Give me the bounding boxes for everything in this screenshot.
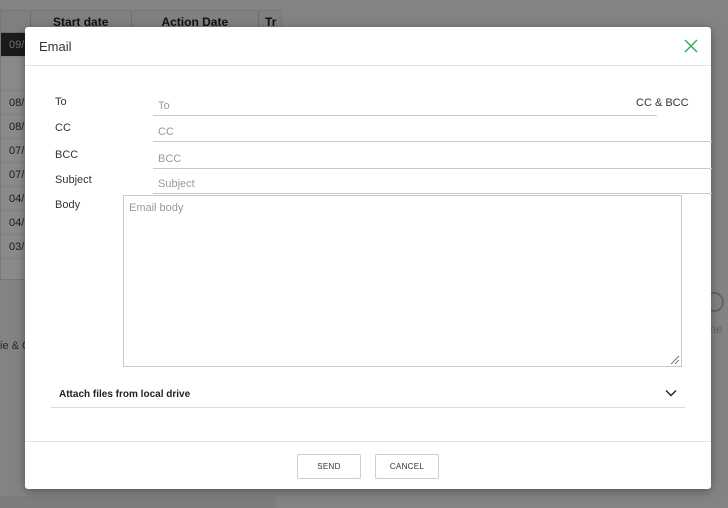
cc-field[interactable] — [153, 122, 712, 142]
subject-field[interactable] — [153, 174, 712, 194]
dialog-footer: SEND CANCEL — [25, 441, 711, 489]
to-label: To — [55, 96, 67, 108]
chevron-down-icon[interactable] — [665, 387, 677, 399]
dialog-header: Email — [25, 27, 711, 66]
cancel-button[interactable]: CANCEL — [375, 454, 439, 479]
bcc-row: BCC — [55, 149, 712, 171]
email-dialog: Email To CC & BCC CC BCC Subject Body At… — [25, 27, 712, 489]
bcc-label: BCC — [55, 149, 79, 161]
body-label: Body — [55, 199, 81, 211]
cc-bcc-toggle[interactable]: CC & BCC — [636, 97, 689, 109]
cc-row: CC — [55, 122, 712, 144]
close-icon[interactable] — [683, 38, 699, 54]
cc-label: CC — [55, 122, 71, 134]
send-button[interactable]: SEND — [297, 454, 361, 479]
bcc-field[interactable] — [153, 149, 712, 169]
attach-files-label: Attach files from local drive — [59, 389, 191, 400]
subject-row: Subject — [55, 174, 712, 196]
to-field[interactable] — [153, 96, 657, 116]
to-row: To — [55, 96, 682, 118]
resize-grip-icon[interactable] — [669, 354, 680, 365]
dialog-title: Email — [39, 39, 72, 54]
attach-files-section[interactable]: Attach files from local drive — [51, 381, 685, 408]
subject-label: Subject — [55, 174, 92, 186]
email-body-textarea[interactable] — [123, 195, 682, 367]
